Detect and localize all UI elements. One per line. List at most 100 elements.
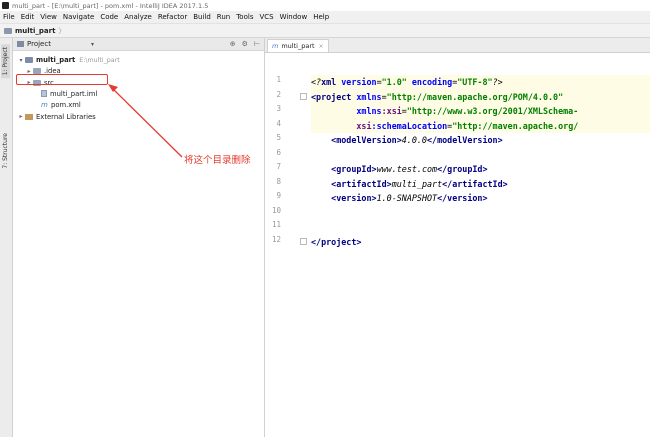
hide-panel-icon[interactable]: ⊢ (254, 40, 260, 48)
code-token: <groupId> (331, 164, 377, 174)
line-number: 9 (276, 191, 281, 200)
code-token: <project (311, 91, 357, 102)
tree-item-multi-part-iml[interactable]: multi_part.iml (33, 89, 97, 99)
code-line: <version>1.0-SNAPSHOT</version> (311, 191, 488, 205)
code-token: :schemaLocation (371, 120, 448, 131)
intellij-app-icon (2, 2, 9, 9)
expand-arrow-icon[interactable]: ▾ (17, 57, 25, 64)
line-number: 1 (276, 75, 281, 84)
code-token: <version> (331, 193, 377, 203)
menu-view[interactable]: View (37, 13, 60, 21)
tree-item-label: multi_part (36, 56, 76, 64)
code-view[interactable]: <?xml version="1.0" encoding="UTF-8"?> <p… (300, 53, 650, 437)
code-token: "1.0" (381, 77, 412, 87)
fold-marker-icon[interactable] (300, 92, 307, 100)
gear-icon[interactable]: ⚙ (242, 40, 248, 48)
code-token: </project> (311, 236, 362, 247)
code-token: </artifactId> (442, 178, 508, 189)
code-token: <modelVersion> (331, 135, 402, 145)
code-token: </modelVersion> (426, 135, 503, 145)
menu-analyze[interactable]: Analyze (121, 13, 155, 21)
tree-item-label: pom.xml (51, 101, 81, 110)
code-token: xmlns (356, 91, 382, 102)
project-panel: Project ▾ ⊕ ⚙ ⊢ ▾ multi_part E:\multi_part… (13, 38, 265, 437)
code-line: <modelVersion>4.0.0</modelVersion> (311, 133, 503, 147)
code-token: xmlns (356, 106, 382, 116)
line-number: 3 (276, 104, 281, 113)
tree-item-label: multi_part.iml (50, 89, 98, 98)
scroll-from-source-icon[interactable]: ⊕ (230, 40, 236, 48)
window-titlebar: multi_part - [E:\multi_part] - pom.xml -… (0, 0, 650, 11)
line-number: 11 (271, 220, 281, 229)
fold-marker-icon[interactable] (300, 237, 307, 245)
menu-window[interactable]: Window (277, 13, 311, 21)
code-token: "http://www.w3.org/2001/XMLSchema- (406, 106, 579, 116)
project-tool-tab[interactable]: 1: Project (1, 44, 10, 79)
menu-code[interactable]: Code (97, 13, 121, 21)
breadcrumb-separator: 〉 (58, 26, 66, 35)
menu-build[interactable]: Build (190, 13, 214, 21)
tree-item-label: External Libraries (36, 112, 96, 121)
navigation-bar: multi_part 〉 (0, 24, 650, 38)
code-line: <?xml version="1.0" encoding="UTF-8"?> (311, 75, 503, 89)
close-icon[interactable]: × (319, 43, 324, 50)
line-number: 7 (276, 162, 281, 171)
menu-vcs[interactable]: VCS (256, 13, 276, 21)
tree-item-path: E:\multi_part (79, 56, 120, 64)
library-icon (25, 113, 33, 120)
code-line: xsi:schemaLocation="http://maven.apache.… (311, 119, 578, 133)
menu-refactor[interactable]: Refactor (155, 13, 190, 21)
breadcrumb-module[interactable]: multi_part (15, 27, 55, 35)
tree-item-external-libraries[interactable]: ▸ External Libraries (17, 112, 96, 122)
code-token: xml (321, 77, 342, 87)
editor-tab-label: multi_part (281, 42, 315, 50)
line-number: 4 (276, 118, 281, 128)
line-number: 2 (276, 89, 281, 99)
code-line: <artifactId>multi_part</artifactId> (311, 177, 508, 191)
code-token: ?> (492, 77, 503, 87)
structure-tool-tab[interactable]: 7: Structure (1, 130, 10, 172)
code-token: </version> (437, 193, 488, 203)
menu-edit[interactable]: Edit (18, 13, 38, 21)
code-token: encoding (411, 77, 453, 87)
project-view-icon (17, 41, 24, 47)
code-token: multi_part (391, 178, 443, 189)
window-title: multi_part - [E:\multi_part] - pom.xml -… (12, 1, 209, 10)
code-token: "http://maven.apache.org/POM/4.0.0" (386, 91, 564, 102)
code-token: :xsi (381, 106, 402, 116)
chevron-down-icon[interactable]: ▾ (91, 41, 94, 48)
code-token: 4.0.0 (401, 135, 427, 145)
menu-bar: File Edit View Navigate Code Analyze Refactor B… (0, 11, 650, 24)
code-line: </project> (311, 235, 361, 249)
highlight-box-src (16, 74, 108, 85)
expand-arrow-icon[interactable]: ▸ (17, 113, 25, 120)
project-panel-title[interactable]: Project (27, 40, 51, 48)
code-token: 1.0-SNAPSHOT (376, 193, 438, 203)
editor-tabbar: m multi_part × (265, 38, 650, 53)
editor-area: m multi_part × 1 2 3 4 5 6 7 8 9 10 11 12 <?xml ver… (265, 38, 650, 437)
code-token: version (341, 77, 377, 87)
menu-file[interactable]: File (0, 13, 18, 21)
project-panel-header: Project ▾ ⊕ ⚙ ⊢ (13, 38, 264, 51)
module-icon (4, 27, 12, 34)
line-number: 12 (271, 234, 281, 244)
tree-item-multi-part[interactable]: ▾ multi_part E:\multi_part (17, 55, 120, 65)
code-line: <groupId>www.test.com</groupId> (311, 162, 487, 176)
module-folder-icon (25, 57, 33, 63)
menu-help[interactable]: Help (310, 13, 332, 21)
tree-item-pom-xml[interactable]: m pom.xml (33, 100, 81, 110)
menu-run[interactable]: Run (214, 13, 233, 21)
maven-file-icon: m (41, 100, 48, 109)
line-number: 6 (276, 147, 281, 157)
menu-tools[interactable]: Tools (233, 13, 256, 21)
maven-file-icon: m (272, 42, 279, 50)
code-line: <project xmlns="http://maven.apache.org/… (311, 90, 563, 104)
line-number: 10 (271, 205, 281, 215)
editor-tab-pom[interactable]: m multi_part × (267, 39, 329, 52)
menu-navigate[interactable]: Navigate (60, 13, 97, 21)
